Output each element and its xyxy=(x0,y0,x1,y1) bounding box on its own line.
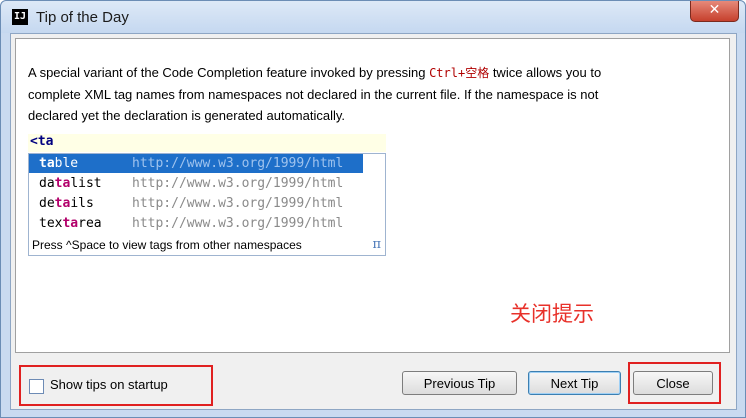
dialog-client-area: A special variant of the Code Completion… xyxy=(10,33,737,410)
namespace-url: http://www.w3.org/1999/html xyxy=(132,156,344,171)
tip-line1-pre: A special variant of the Code Completion… xyxy=(28,65,430,80)
tip-line1-post: twice allows you to xyxy=(489,65,602,80)
tip-line3: declared yet the declaration is generate… xyxy=(28,108,346,123)
tag-prefix: tex xyxy=(39,216,63,231)
match-highlight: ta xyxy=(39,156,55,171)
show-tips-label[interactable]: Show tips on startup xyxy=(50,377,168,392)
keyboard-shortcut: Ctrl+空格 xyxy=(429,66,490,80)
tag-rest: list xyxy=(70,176,102,191)
namespace-url: http://www.w3.org/1999/html xyxy=(132,196,344,211)
next-tip-button[interactable]: Next Tip xyxy=(528,371,621,395)
match-highlight: ta xyxy=(54,176,71,191)
completion-item-table: table http://www.w3.org/1999/html xyxy=(29,154,363,173)
completion-item-details: details http://www.w3.org/1999/html xyxy=(29,194,363,213)
namespace-url: http://www.w3.org/1999/html xyxy=(132,176,344,191)
close-icon: ✕ xyxy=(708,2,721,18)
pi-icon: π xyxy=(372,237,381,252)
intellij-app-icon: IJ xyxy=(12,9,28,25)
namespace-url: http://www.w3.org/1999/html xyxy=(132,216,344,231)
match-highlight: ta xyxy=(62,216,79,231)
completion-popup: table http://www.w3.org/1999/html datali… xyxy=(28,153,386,256)
completion-hint: Press ^Space to view tags from other nam… xyxy=(29,236,370,254)
previous-tip-button[interactable]: Previous Tip xyxy=(402,371,517,395)
match-highlight: ta xyxy=(54,196,71,211)
window-close-button[interactable]: ✕ xyxy=(690,1,739,22)
tag-rest: ble xyxy=(54,156,79,171)
completion-item-datalist: datalist http://www.w3.org/1999/html xyxy=(29,174,363,193)
tip-content-panel: A special variant of the Code Completion… xyxy=(15,38,730,353)
typed-code: <ta xyxy=(30,134,54,149)
editor-line: <ta xyxy=(28,134,386,152)
tag-rest: ils xyxy=(70,196,94,211)
tip-description: A special variant of the Code Completion… xyxy=(28,62,718,126)
completion-item-textarea: textarea http://www.w3.org/1999/html xyxy=(29,214,363,233)
annotation-close-hint: 关闭提示 xyxy=(510,302,594,326)
tip-line2: complete XML tag names from namespaces n… xyxy=(28,87,599,102)
close-button[interactable]: Close xyxy=(633,371,713,395)
tag-prefix: de xyxy=(39,196,55,211)
tag-prefix: da xyxy=(39,176,55,191)
title-bar[interactable]: IJ Tip of the Day ✕ xyxy=(1,1,745,33)
window-title: Tip of the Day xyxy=(36,9,129,26)
tag-rest: rea xyxy=(78,216,102,231)
show-tips-checkbox[interactable] xyxy=(29,379,44,394)
tip-of-the-day-dialog: IJ Tip of the Day ✕ A special variant of… xyxy=(0,0,746,418)
code-sample-image: <ta table http://www.w3.org/1999/html da… xyxy=(28,134,386,257)
